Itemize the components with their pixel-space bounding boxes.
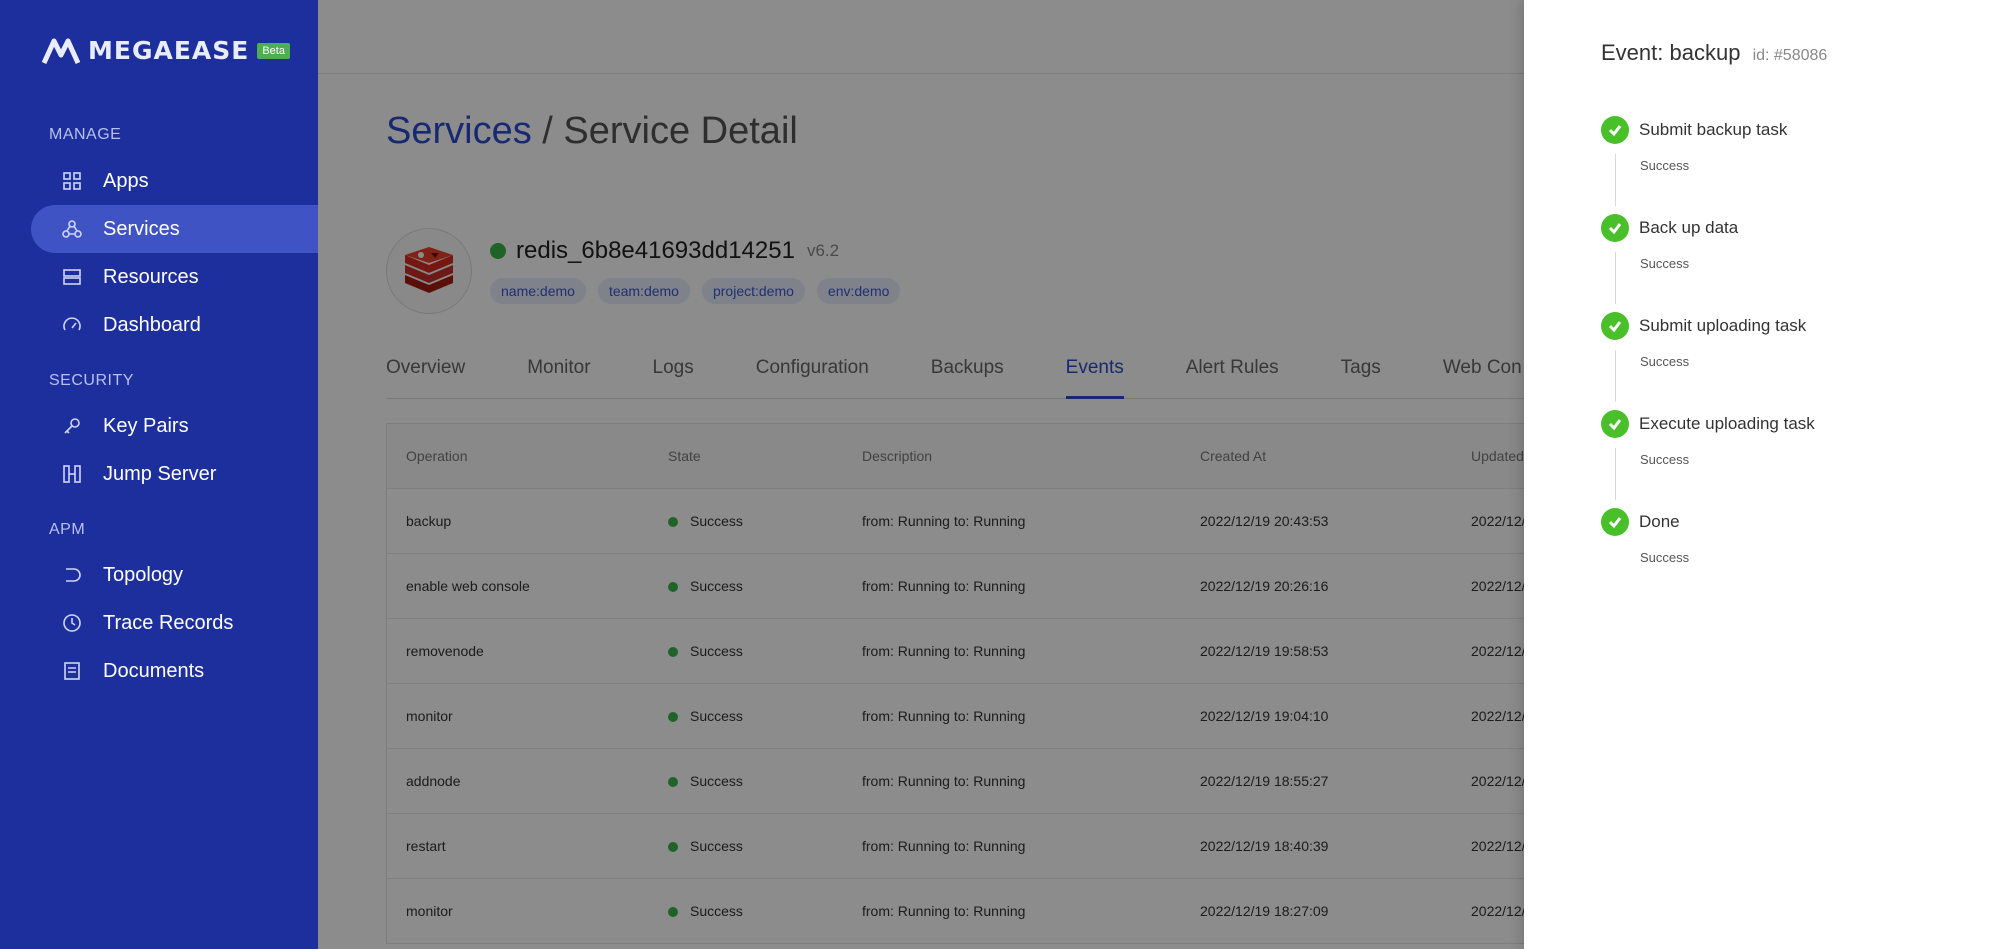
sidebar-item-label: Jump Server <box>103 462 217 485</box>
step-title: Done <box>1639 512 1680 531</box>
drawer-title-text: Event: backup <box>1601 40 1741 65</box>
services-icon <box>61 218 83 240</box>
step-status: Success <box>1640 256 1690 271</box>
sidebar-item-apps[interactable]: Apps <box>31 157 318 205</box>
sidebar-item-label: Apps <box>103 169 149 192</box>
brand-logo[interactable]: MEGAEASE Beta <box>42 36 290 65</box>
megaease-logo-icon <box>42 38 80 64</box>
step-title: Back up data <box>1639 218 1739 237</box>
sidebar-item-label: Trace Records <box>103 611 234 634</box>
sidebar-item-label: Documents <box>103 659 205 682</box>
apps-grid-icon <box>61 170 83 192</box>
step-title: Submit uploading task <box>1639 316 1807 335</box>
event-detail-drawer: Event: backup id: #58086 Submit backup t… <box>1524 0 1999 949</box>
check-circle-icon <box>1601 116 1629 144</box>
sidebar: MEGAEASE Beta MANAGE Apps Services Resou… <box>0 0 318 949</box>
sidebar-item-documents[interactable]: Documents <box>31 647 318 695</box>
section-manage: MANAGE <box>49 126 122 143</box>
sidebar-item-label: Key Pairs <box>103 414 189 437</box>
step-title: Execute uploading task <box>1639 414 1815 433</box>
check-circle-icon <box>1601 214 1629 242</box>
step-connector <box>1615 252 1616 304</box>
sidebar-item-key-pairs[interactable]: Key Pairs <box>31 402 318 450</box>
sidebar-item-trace-records[interactable]: Trace Records <box>31 599 318 647</box>
step-status: Success <box>1640 550 1690 565</box>
clock-icon <box>61 612 83 634</box>
sidebar-item-jump-server[interactable]: Jump Server <box>31 450 318 498</box>
event-id: id: #58086 <box>1752 47 1828 64</box>
sidebar-item-label: Topology <box>103 563 184 586</box>
dashboard-gauge-icon <box>61 314 83 336</box>
step-connector <box>1615 154 1616 206</box>
step-connector <box>1615 350 1616 402</box>
check-circle-icon <box>1601 508 1629 536</box>
sidebar-item-label: Resources <box>103 265 199 288</box>
step-status: Success <box>1640 354 1690 369</box>
drawer-title: Event: backup id: #58086 <box>1601 40 1827 66</box>
sidebar-item-topology[interactable]: Topology <box>31 551 318 599</box>
sidebar-item-label: Services <box>103 217 180 240</box>
document-icon <box>61 660 83 682</box>
check-circle-icon <box>1601 410 1629 438</box>
step-connector <box>1615 448 1616 500</box>
step-status: Success <box>1640 158 1690 173</box>
brand-name: MEGAEASE <box>88 36 250 65</box>
topology-icon <box>61 564 83 586</box>
sidebar-item-resources[interactable]: Resources <box>31 253 318 301</box>
check-circle-icon <box>1601 312 1629 340</box>
beta-badge: Beta <box>257 42 290 59</box>
section-apm: APM <box>49 521 86 538</box>
jump-server-icon <box>61 463 83 485</box>
sidebar-item-label: Dashboard <box>103 313 201 336</box>
key-icon <box>61 415 83 437</box>
resources-icon <box>61 266 83 288</box>
step-status: Success <box>1640 452 1690 467</box>
step-title: Submit backup task <box>1639 120 1788 139</box>
sidebar-item-dashboard[interactable]: Dashboard <box>31 301 318 349</box>
section-security: SECURITY <box>49 372 134 389</box>
sidebar-item-services[interactable]: Services <box>31 205 318 253</box>
